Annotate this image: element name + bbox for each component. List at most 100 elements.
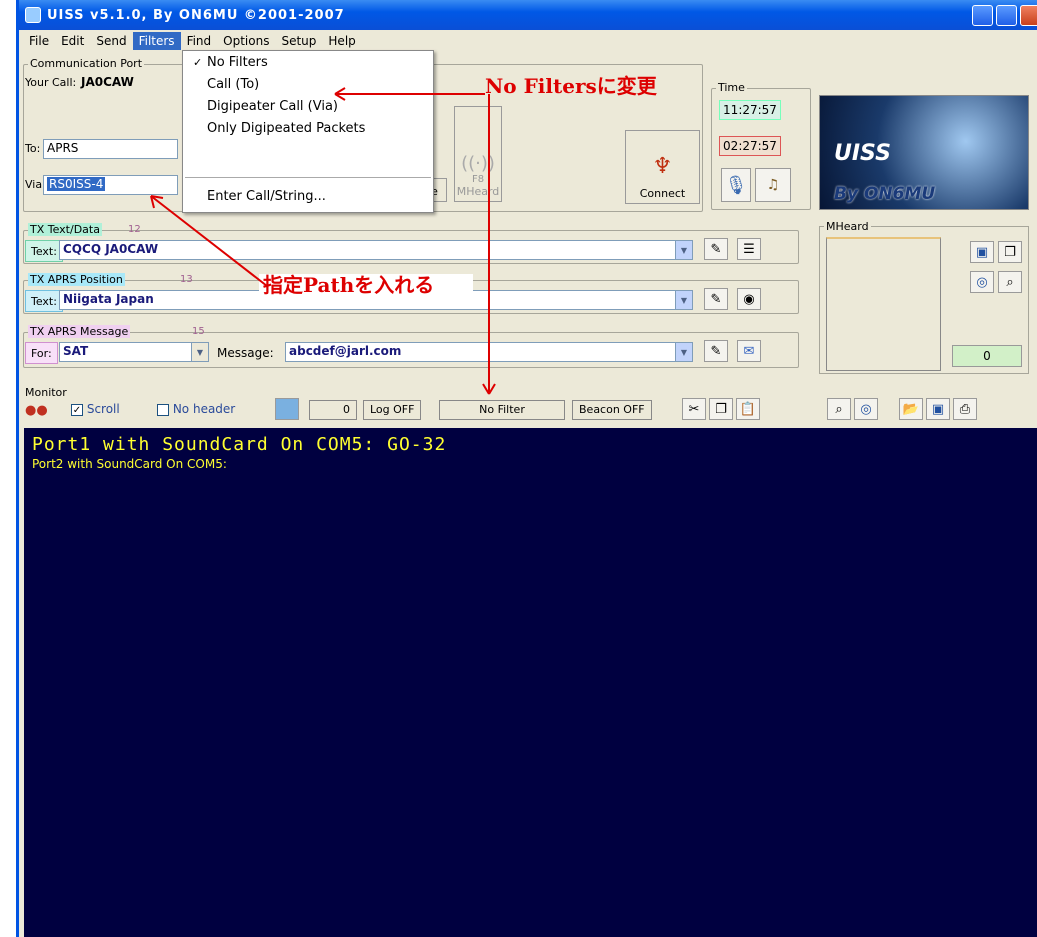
menu-help[interactable]: Help: [322, 32, 361, 50]
line-counter: 0: [309, 400, 357, 420]
menu-send[interactable]: Send: [90, 32, 132, 50]
monitor-line-1: Port1 with SoundCard On COM5: GO-32: [32, 434, 447, 455]
your-call-value: JA0CAW: [81, 75, 134, 89]
check-icon: ✓: [71, 403, 83, 416]
to-label: To:: [25, 142, 41, 155]
menu-item-no-filters[interactable]: ✓ No Filters: [183, 53, 433, 73]
monitor-toolbar: Monitor ●● ✓ Scroll No header 0 Log OFF …: [19, 386, 1037, 428]
tx-text-input[interactable]: CQCQ JA0CAW ▼: [59, 240, 693, 260]
edit-icon[interactable]: ✎: [704, 340, 728, 362]
color-picker-icon[interactable]: [275, 398, 299, 420]
annotation-path: 指定Pathを入れる: [259, 274, 473, 296]
monitor-output[interactable]: Port1 with SoundCard On COM5: GO-32 Port…: [24, 428, 1037, 937]
search-icon[interactable]: ⌕: [998, 271, 1022, 293]
database-icon[interactable]: ◎: [854, 398, 878, 420]
mheard-list[interactable]: [826, 237, 941, 371]
menu-edit[interactable]: Edit: [55, 32, 90, 50]
find-icon[interactable]: ⌕: [827, 398, 851, 420]
beacon-toggle[interactable]: Beacon OFF: [572, 400, 652, 420]
tx-position-title: TX APRS Position: [28, 273, 125, 286]
for-select-value: SAT: [63, 344, 89, 358]
mheard-group: MHeard ▣ ❐ ◎ ⌕ 0: [819, 220, 1029, 374]
logo-title: UISS: [834, 141, 891, 166]
copy-icon[interactable]: ❐: [709, 398, 733, 420]
menu-item-enter-call-string[interactable]: Enter Call/String...: [183, 187, 433, 207]
empty-checkbox-icon: [157, 403, 169, 416]
maximize-button[interactable]: [996, 5, 1017, 26]
for-select[interactable]: SAT ▼: [59, 342, 209, 362]
globe-icon[interactable]: ◉: [737, 288, 761, 310]
status-led-icon: ●●: [25, 403, 48, 418]
to-field[interactable]: APRS: [43, 139, 178, 159]
mheard-button[interactable]: ((·)) F8 MHeard: [454, 106, 502, 202]
tx-text-tag: Text:: [25, 240, 63, 262]
communication-port-title: Communication Port: [28, 57, 145, 70]
window-title: UISS v5.1.0, By ON6MU ©2001-2007: [47, 7, 345, 23]
edit-icon[interactable]: ✎: [704, 238, 728, 260]
minimize-button[interactable]: [972, 5, 993, 26]
app-icon: [25, 7, 41, 23]
log-toggle[interactable]: Log OFF: [363, 400, 422, 420]
microphone-icon[interactable]: 🎙: [721, 168, 751, 202]
scroll-label: Scroll: [86, 402, 120, 416]
chevron-down-icon[interactable]: ▼: [675, 343, 692, 361]
monitor-title: Monitor: [25, 386, 67, 399]
tower-icon: ♆: [652, 154, 673, 179]
monitor-line-2: Port2 with SoundCard On COM5:: [32, 457, 227, 471]
cut-icon[interactable]: ✂: [682, 398, 706, 420]
logo-by: By ON6MU: [834, 184, 936, 204]
menu-options[interactable]: Options: [217, 32, 275, 50]
menu-item-call-to[interactable]: Call (To): [183, 75, 433, 95]
print-icon[interactable]: ⎙: [953, 398, 977, 420]
tx-text-input-value: CQCQ JA0CAW: [63, 242, 159, 256]
uiss-logo: UISS By ON6MU: [819, 95, 1029, 210]
check-icon: ✓: [193, 56, 203, 69]
your-call-label: Your Call:: [25, 76, 77, 89]
tx-position-tag: Text:: [25, 290, 63, 312]
menu-file[interactable]: File: [23, 32, 55, 50]
message-label: Message:: [217, 346, 274, 360]
tx-position-number: 13: [180, 274, 193, 285]
menu-find[interactable]: Find: [181, 32, 218, 50]
menu-item-no-filters-label: No Filters: [207, 55, 268, 70]
save-icon[interactable]: ▣: [970, 241, 994, 263]
chevron-down-icon[interactable]: ▼: [675, 291, 692, 309]
mheard-title: MHeard: [824, 220, 871, 233]
time-title: Time: [716, 81, 747, 94]
tx-text-title: TX Text/Data: [28, 223, 102, 236]
via-field[interactable]: RS0ISS-4: [43, 175, 178, 195]
to-field-value: APRS: [47, 141, 79, 155]
copy-icon[interactable]: ❐: [998, 241, 1022, 263]
menu-filters[interactable]: Filters: [132, 32, 181, 50]
menu-item-digipeater-call[interactable]: Digipeater Call (Via): [183, 97, 433, 117]
database-icon[interactable]: ◎: [970, 271, 994, 293]
scroll-checkbox[interactable]: ✓ Scroll: [71, 402, 120, 416]
menu-setup[interactable]: Setup: [275, 32, 322, 50]
tx-position-input-value: Niigata Japan: [63, 292, 154, 306]
title-bar[interactable]: UISS v5.1.0, By ON6MU ©2001-2007: [19, 0, 1037, 30]
edit-icon[interactable]: ✎: [704, 288, 728, 310]
open-folder-icon[interactable]: 📂: [899, 398, 923, 420]
chevron-down-icon[interactable]: ▼: [675, 241, 692, 259]
annotation-no-filters: No Filtersに変更: [485, 74, 657, 98]
filter-status[interactable]: No Filter: [439, 400, 565, 420]
no-header-checkbox[interactable]: No header: [157, 402, 235, 416]
close-button[interactable]: [1020, 5, 1037, 26]
filters-dropdown-menu: ✓ No Filters Call (To) Digipeater Call (V…: [182, 50, 434, 213]
tx-message-number: 15: [192, 326, 205, 337]
menu-item-only-digipeated[interactable]: Only Digipeated Packets: [183, 119, 433, 139]
message-input-value: abcdef@jarl.com: [289, 344, 402, 358]
antenna-icon: ((·)): [461, 153, 495, 174]
tx-message-title: TX APRS Message: [28, 325, 131, 338]
menu-bar: File Edit Send Filters Find Options Setu…: [19, 30, 1037, 52]
paste-icon[interactable]: 📋: [736, 398, 760, 420]
save-icon[interactable]: ▣: [926, 398, 950, 420]
connect-button-label: Connect: [639, 187, 686, 200]
tx-text-number: 12: [128, 224, 141, 235]
speaker-icon[interactable]: ♫: [755, 168, 791, 202]
connect-button[interactable]: ♆ Connect: [625, 130, 700, 204]
mail-icon[interactable]: ✉: [737, 340, 761, 362]
message-input[interactable]: abcdef@jarl.com ▼: [285, 342, 693, 362]
list-icon[interactable]: ☰: [737, 238, 761, 260]
chevron-down-icon[interactable]: ▼: [191, 343, 208, 361]
